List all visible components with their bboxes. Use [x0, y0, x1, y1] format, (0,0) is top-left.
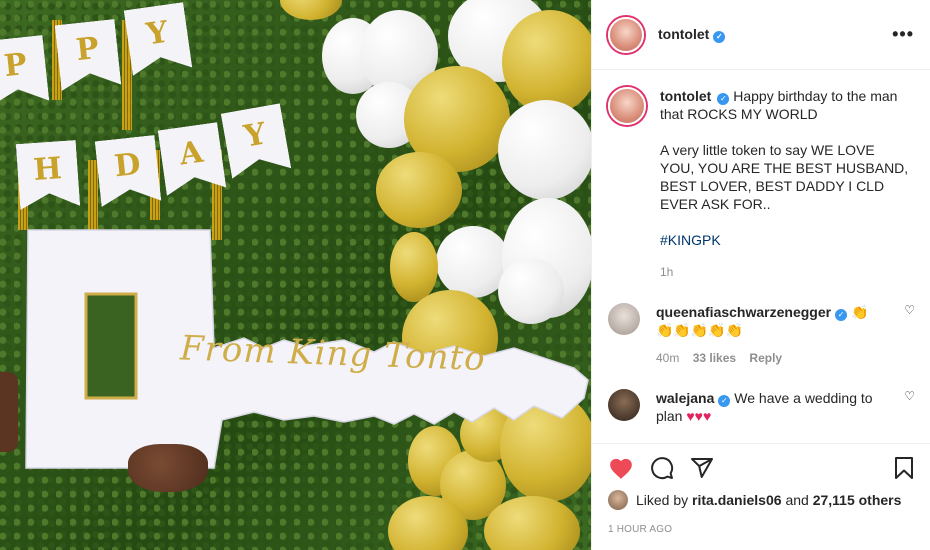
bunting-flag: P — [0, 35, 49, 107]
gold-balloon — [502, 10, 591, 114]
verified-badge-icon: ✓ — [717, 93, 730, 105]
hand — [128, 444, 208, 492]
bunting-flag: P — [55, 19, 122, 91]
hashtag-link[interactable]: #KINGPK — [660, 231, 910, 249]
caption-author[interactable]: tontolet — [660, 88, 711, 104]
reply-button[interactable]: Reply — [749, 351, 782, 365]
author-avatar[interactable] — [608, 16, 644, 53]
comment-like-heart-icon[interactable]: ♡ — [904, 303, 915, 317]
liker-avatar[interactable] — [608, 490, 628, 510]
commenter-username[interactable]: queenafiaschwarzenegger — [656, 304, 831, 320]
bunting-flag: Y — [221, 103, 292, 178]
comment-likes[interactable]: 33 likes — [693, 351, 736, 365]
commenter-avatar[interactable] — [608, 303, 640, 335]
comment: queenafiaschwarzenegger ✓ 👏 👏👏👏👏👏 40m 33 … — [608, 303, 915, 367]
instagram-post: P P Y H D A Y From King Tonto tontolet ✓… — [0, 0, 930, 550]
liked-by-and: and — [785, 492, 809, 508]
comments-section: tontolet ✓ Happy birthday to the man that… — [592, 71, 930, 443]
bunting-flag: H — [16, 140, 80, 210]
caption-avatar[interactable] — [608, 87, 646, 125]
caption-line2: A very little token to say WE LOVE YOU, … — [660, 142, 909, 212]
comment-body: queenafiaschwarzenegger ✓ 👏 👏👏👏👏👏 40m 33 … — [656, 303, 884, 367]
comment-body: walejana ✓ We have a wedding to plan ♥♥♥ — [656, 389, 884, 425]
post-photo[interactable]: P P Y H D A Y From King Tonto — [0, 0, 591, 550]
more-options-icon[interactable]: ••• — [892, 24, 914, 45]
comment-time[interactable]: 40m — [656, 351, 679, 365]
bunting-flag: D — [95, 135, 162, 207]
comment-text-2: 👏👏👏👏👏 — [656, 322, 744, 338]
hand — [0, 372, 18, 452]
verified-badge-icon: ✓ — [835, 309, 848, 321]
like-heart-icon[interactable] — [608, 456, 634, 480]
save-bookmark-icon[interactable] — [893, 456, 915, 480]
gold-balloon — [280, 0, 342, 20]
white-balloon — [498, 100, 591, 200]
author-username[interactable]: tontolet ✓ — [658, 26, 726, 43]
post-header: tontolet ✓ ••• — [592, 0, 930, 70]
caption: tontolet ✓ Happy birthday to the man that… — [608, 87, 915, 281]
verified-badge-icon: ✓ — [713, 31, 726, 43]
liked-by-prefix: Liked by — [636, 492, 689, 508]
bunting-flag: Y — [124, 2, 193, 76]
comment-text: 👏 — [850, 304, 869, 320]
comment-meta: 40m 33 likes Reply — [656, 349, 884, 367]
comment: walejana ✓ We have a wedding to plan ♥♥♥ … — [608, 389, 915, 425]
comment-like-heart-icon[interactable]: ♡ — [904, 389, 915, 403]
action-icons — [608, 454, 915, 482]
author-username-text[interactable]: tontolet — [658, 26, 709, 42]
post-actions: Liked by rita.daniels06 and 27,115 other… — [592, 443, 930, 535]
likes-summary: Liked by rita.daniels06 and 27,115 other… — [608, 490, 915, 510]
post-timestamp[interactable]: 1 HOUR AGO — [608, 524, 915, 535]
caption-time[interactable]: 1h — [660, 263, 910, 281]
commenter-username[interactable]: walejana — [656, 390, 714, 406]
liked-by-user[interactable]: rita.daniels06 — [692, 492, 782, 508]
heart-emoji: ♥♥♥ — [686, 408, 712, 424]
caption-body: tontolet ✓ Happy birthday to the man that… — [660, 87, 910, 281]
gold-balloon — [376, 152, 462, 228]
post-sidebar: tontolet ✓ ••• tontolet ✓ Happy birthday t… — [591, 0, 930, 550]
verified-badge-icon: ✓ — [718, 395, 731, 407]
share-icon[interactable] — [690, 456, 714, 480]
commenter-avatar[interactable] — [608, 389, 640, 421]
liked-by-count[interactable]: 27,115 others — [813, 492, 902, 508]
comment-icon[interactable] — [650, 456, 674, 480]
